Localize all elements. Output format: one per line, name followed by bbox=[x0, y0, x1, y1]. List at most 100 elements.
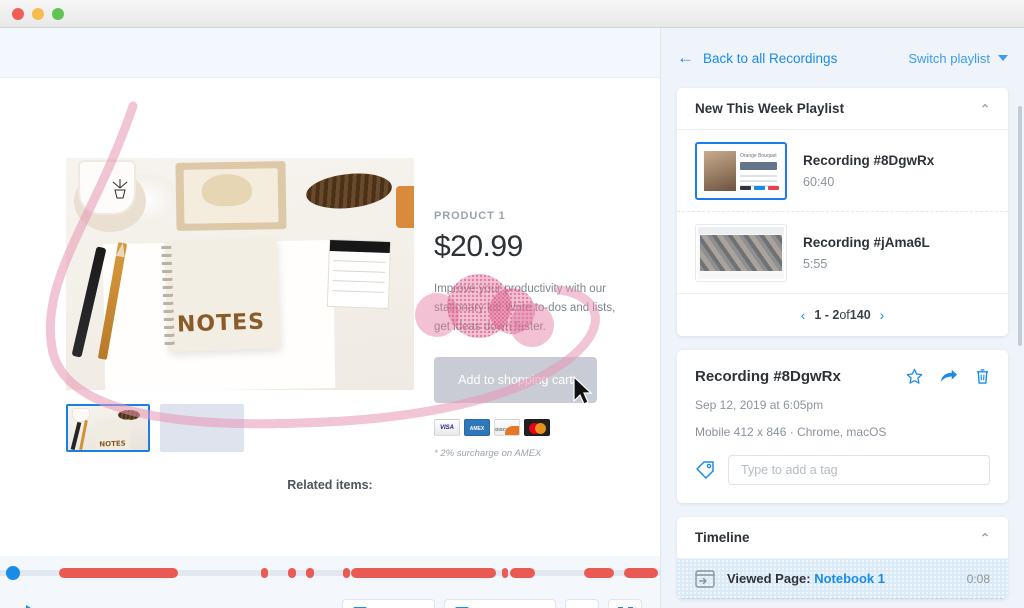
recording-title: Recording #8DgwRx bbox=[803, 153, 934, 168]
playback-speed-button[interactable]: 1x bbox=[565, 599, 599, 608]
pager-total: 140 bbox=[850, 308, 871, 322]
back-label: Back to all Recordings bbox=[703, 51, 837, 66]
timeline-header[interactable]: Timeline ⌃ bbox=[677, 517, 1008, 559]
photo-checklist-header bbox=[330, 240, 390, 253]
playlist-item[interactable]: Orange Bouquet Recording #8DgwRx 60:40 bbox=[677, 130, 1008, 212]
product-label: PRODUCT 1 bbox=[434, 210, 634, 222]
page-view-icon bbox=[695, 570, 715, 588]
minimize-window-button[interactable] bbox=[32, 8, 44, 20]
maximize-window-button[interactable] bbox=[52, 8, 64, 20]
sidebar-scrollbar[interactable] bbox=[1018, 106, 1022, 346]
chevron-down-icon bbox=[998, 55, 1008, 61]
recording-thumbnail: Orange Bouquet bbox=[695, 142, 787, 200]
mouse-cursor-icon bbox=[572, 376, 594, 406]
recording-thumbnail bbox=[695, 224, 787, 282]
playlist-header[interactable]: New This Week Playlist ⌃ bbox=[677, 88, 1008, 130]
amex-label: AMEX bbox=[465, 426, 489, 432]
visa-label: VISA bbox=[435, 425, 459, 431]
activity-segment bbox=[584, 568, 614, 578]
trash-icon[interactable] bbox=[975, 368, 990, 385]
window-titlebar bbox=[0, 0, 1024, 28]
playback-controls: 0:00 / 60:40 Autoplay Skip pauses 1x bbox=[0, 592, 660, 608]
skip-pauses-toggle[interactable]: Skip pauses bbox=[444, 599, 556, 608]
playlist-card: New This Week Playlist ⌃ Orange Bouquet bbox=[677, 88, 1008, 336]
timeline-event-text: Viewed Page: Notebook 1 bbox=[727, 571, 885, 586]
thumb-text-line bbox=[740, 175, 777, 177]
related-items-heading: Related items: bbox=[0, 478, 660, 492]
close-window-button[interactable] bbox=[12, 8, 24, 20]
thumb-chip bbox=[768, 186, 779, 190]
activity-segment bbox=[343, 568, 350, 578]
click-blob bbox=[510, 303, 554, 347]
product-photo[interactable]: NOTES bbox=[66, 158, 414, 390]
activity-segment bbox=[59, 568, 178, 578]
product-thumbnail-2[interactable] bbox=[160, 404, 244, 452]
playlist-pager: ‹ 1 - 2 of 140 › bbox=[677, 294, 1008, 336]
add-to-cart-label: Add to shopping cart bbox=[458, 373, 573, 387]
thumb-notebook: NOTES bbox=[95, 419, 130, 450]
activity-segment bbox=[288, 568, 295, 578]
details-header: Recording #8DgwRx bbox=[695, 368, 990, 385]
discover-label: DISCOVER bbox=[495, 427, 519, 432]
chevron-up-icon[interactable]: ⌃ bbox=[980, 531, 990, 545]
tag-icon bbox=[695, 460, 715, 480]
switch-playlist-label: Switch playlist bbox=[908, 51, 990, 66]
scrubber-playhead[interactable] bbox=[6, 566, 20, 580]
star-icon[interactable] bbox=[906, 368, 923, 385]
thumb-text-line bbox=[740, 180, 777, 182]
product-thumbnail-strip: NOTES bbox=[66, 404, 244, 452]
switch-playlist-dropdown[interactable]: Switch playlist bbox=[908, 51, 1008, 66]
playlist-item[interactable]: Recording #jAma6L 5:55 bbox=[677, 212, 1008, 294]
thumb-chip bbox=[740, 186, 751, 190]
thumb-cta-button bbox=[740, 162, 777, 170]
chevron-up-icon[interactable]: ⌃ bbox=[980, 102, 990, 116]
playlist-title: New This Week Playlist bbox=[695, 101, 844, 116]
photo-heart-decor bbox=[202, 174, 253, 207]
share-icon[interactable] bbox=[940, 368, 958, 385]
autoplay-toggle[interactable]: Autoplay bbox=[342, 599, 435, 608]
back-to-recordings-link[interactable]: ← Back to all Recordings bbox=[677, 48, 837, 68]
thumb-browser-bar bbox=[698, 227, 784, 234]
recording-details: Recording #8DgwRx Sep 1 bbox=[677, 350, 1008, 503]
timeline-event-prefix: Viewed Page: bbox=[727, 571, 814, 586]
tag-row: Type to add a tag bbox=[695, 455, 990, 485]
photo-checklist-line bbox=[333, 260, 385, 263]
recording-duration: 60:40 bbox=[803, 175, 934, 189]
product-price: $20.99 bbox=[434, 230, 634, 264]
mug-drawing-icon bbox=[106, 176, 134, 204]
photo-notes-text: NOTES bbox=[177, 310, 266, 338]
fullscreen-button[interactable] bbox=[608, 599, 642, 608]
thumb-hero-image bbox=[704, 151, 736, 191]
player-controls-bar: 0:00 / 60:40 Autoplay Skip pauses 1x bbox=[0, 556, 660, 608]
sidebar: ← Back to all Recordings Switch playlist… bbox=[660, 28, 1024, 608]
activity-segment bbox=[306, 568, 315, 578]
photo-pinecone bbox=[304, 170, 393, 213]
thumb-notes-text: NOTES bbox=[99, 440, 126, 449]
photo-checklist-line bbox=[333, 280, 385, 283]
photo-notebook: NOTES bbox=[164, 238, 280, 352]
sidebar-header: ← Back to all Recordings Switch playlist bbox=[661, 28, 1024, 88]
thumbnail-image: NOTES bbox=[68, 406, 148, 450]
tag-input[interactable]: Type to add a tag bbox=[728, 455, 990, 485]
arrow-left-icon: ← bbox=[677, 48, 694, 68]
timeline-card: Timeline ⌃ Viewed Page: Notebook 1 0:08 bbox=[677, 517, 1008, 599]
activity-segment bbox=[261, 568, 268, 578]
timeline-event-page-link[interactable]: Notebook 1 bbox=[814, 571, 885, 586]
amex-icon: AMEX bbox=[464, 419, 490, 436]
timeline-scrubber[interactable] bbox=[0, 568, 660, 578]
thumb-page-mock bbox=[698, 227, 784, 279]
next-page-button[interactable]: › bbox=[880, 307, 885, 323]
photo-orange-object bbox=[396, 186, 414, 228]
recording-title: Recording #jAma6L bbox=[803, 235, 930, 250]
activity-segment bbox=[510, 568, 535, 578]
product-thumbnail-1[interactable]: NOTES bbox=[66, 404, 150, 452]
photo-checklist-line bbox=[333, 270, 385, 273]
timeline-event[interactable]: Viewed Page: Notebook 1 0:08 bbox=[677, 559, 1008, 599]
player-top-band bbox=[0, 28, 660, 78]
prev-page-button[interactable]: ‹ bbox=[801, 307, 806, 323]
recording-details-card: Recording #8DgwRx Sep 1 bbox=[677, 350, 1008, 503]
replay-viewport[interactable]: NOTES bbox=[0, 78, 660, 556]
thumb-page-title: Orange Bouquet bbox=[740, 153, 777, 159]
activity-segment bbox=[624, 568, 658, 578]
photo-mug bbox=[78, 160, 136, 215]
